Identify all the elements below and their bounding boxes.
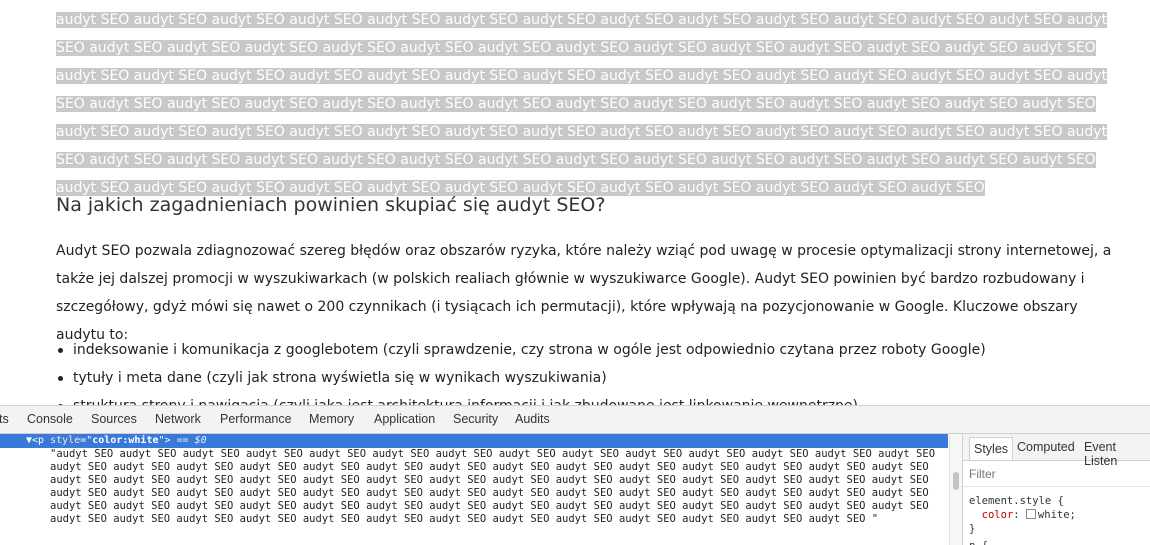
rule-selector: element.style { <box>969 495 1064 507</box>
rule-close: } <box>969 523 976 535</box>
attr-name: style <box>50 435 81 446</box>
elements-tree: ▼<p style="color:white"> == $0 "audyt SE… <box>0 434 962 545</box>
selected-dom-node[interactable]: ▼<p style="color:white"> == $0 <box>0 434 948 448</box>
list-item: tytuły i meta dane (czyli jak strona wyś… <box>56 364 986 392</box>
devtools-tab-bar: ts Console Sources Network Performance M… <box>0 406 1150 434</box>
styles-tab-bar: Styles Computed Event Listen <box>963 434 1150 468</box>
tab-application[interactable]: Application <box>374 412 435 426</box>
list-item: struktura strony i nawigacja (czyli jaka… <box>56 392 986 405</box>
intro-paragraph: Audyt SEO pozwala zdiagnozować szereg bł… <box>56 243 1112 343</box>
tab-event-listeners[interactable]: Event Listen <box>1084 440 1150 468</box>
filter-divider <box>963 486 1150 487</box>
elements-scrollbar[interactable] <box>949 434 962 545</box>
color-swatch-icon[interactable] <box>1025 509 1036 519</box>
tab-network[interactable]: Network <box>155 412 201 426</box>
tab-computed[interactable]: Computed <box>1017 440 1075 454</box>
tag-open: <p <box>32 435 45 446</box>
tab-memory[interactable]: Memory <box>309 412 354 426</box>
scroll-thumb[interactable] <box>953 472 959 490</box>
tag-close: > <box>164 435 171 446</box>
dom-text-node[interactable]: "audyt SEO audyt SEO audyt SEO audyt SEO… <box>50 448 950 525</box>
css-value[interactable]: white; <box>1038 509 1076 521</box>
section-heading: Na jakich zagadnieniach powinien skupiać… <box>56 194 606 216</box>
css-property[interactable]: color <box>982 509 1014 521</box>
attr-value: color:white <box>92 435 159 446</box>
tab-styles[interactable]: Styles <box>969 437 1014 460</box>
web-page: audyt SEO audyt SEO audyt SEO audyt SEO … <box>0 0 1150 405</box>
tab-audits[interactable]: Audits <box>515 412 550 426</box>
devtools-panel: ts Console Sources Network Performance M… <box>0 405 1150 545</box>
audit-areas-list: indeksowanie i komunikacja z googlebotem… <box>56 336 986 405</box>
tab-sources[interactable]: Sources <box>91 412 137 426</box>
list-item: indeksowanie i komunikacja z googlebotem… <box>56 336 986 364</box>
tab-console[interactable]: Console <box>27 412 73 426</box>
tab-elements[interactable]: ts <box>0 412 9 426</box>
element-style-rule: element.style { color: white; } <box>969 495 1076 535</box>
next-rule: p { <box>969 539 988 545</box>
styles-filter-input[interactable]: Filter <box>969 467 996 481</box>
styles-sidebar: Styles Computed Event Listen Filter elem… <box>962 434 1150 545</box>
tab-performance[interactable]: Performance <box>220 412 292 426</box>
tab-security[interactable]: Security <box>453 412 498 426</box>
node-ref: == $0 <box>176 435 207 446</box>
hidden-seo-text: audyt SEO audyt SEO audyt SEO audyt SEO … <box>56 6 1120 202</box>
hidden-seo-text-content: audyt SEO audyt SEO audyt SEO audyt SEO … <box>56 12 1108 196</box>
